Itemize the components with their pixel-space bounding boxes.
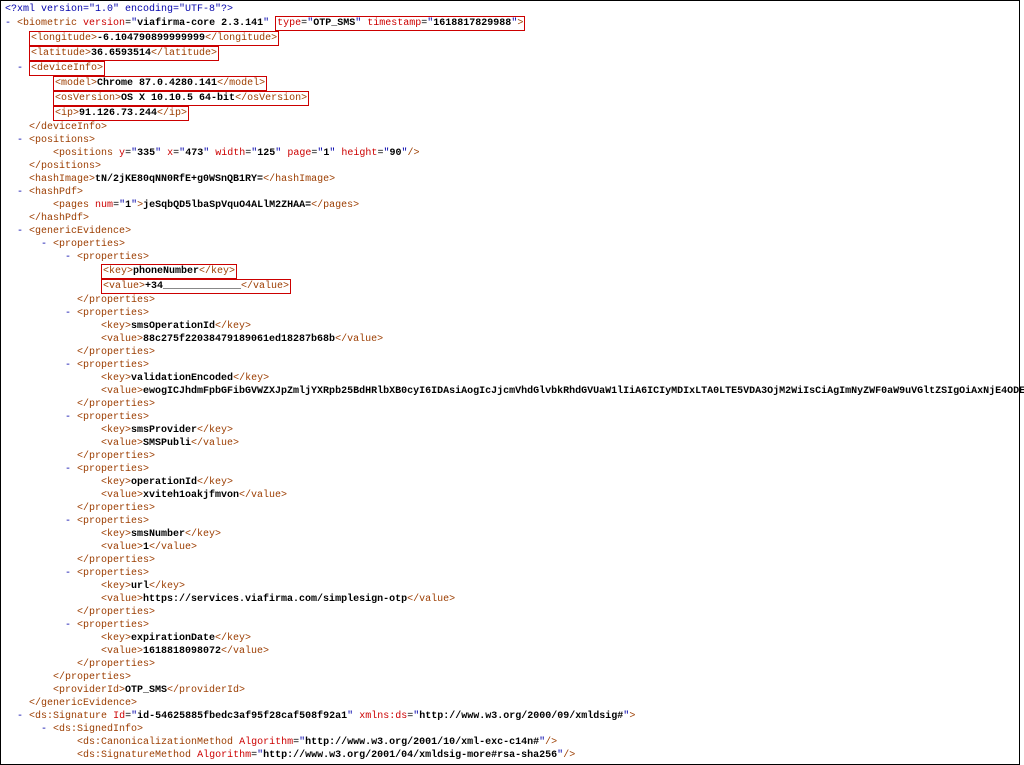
properties-item-close: </properties> xyxy=(5,606,1015,619)
property-value: <value>https://services.viafirma.com/sim… xyxy=(5,593,1015,606)
sig-method: <ds:SignatureMethod Algorithm="http://ww… xyxy=(5,749,1015,762)
device-model: <model>Chrome 87.0.4280.141</model> xyxy=(5,76,1015,91)
properties-item-open: - <properties> xyxy=(5,567,1015,580)
hashPdf-pages: <pages num="1">jeSqbQD5lbaSpVquO4ALlM2ZH… xyxy=(5,199,1015,212)
property-key: <key>smsOperationId</key> xyxy=(5,320,1015,333)
property-key: <key>validationEncoded</key> xyxy=(5,372,1015,385)
property-key: <key>expirationDate</key> xyxy=(5,632,1015,645)
properties-item-open: - <properties> xyxy=(5,307,1015,320)
properties-item-open: - <properties> xyxy=(5,359,1015,372)
properties-list: - <properties> <key>phoneNumber</key> <v… xyxy=(5,251,1015,671)
property-value: <value>xviteh1oakjfmvon</value> xyxy=(5,489,1015,502)
properties-item-open: - <properties> xyxy=(5,619,1015,632)
properties-item-close: </properties> xyxy=(5,346,1015,359)
properties-item-close: </properties> xyxy=(5,502,1015,515)
positions-open: - <positions> xyxy=(5,134,1015,147)
device-os: <osVersion>OS X 10.10.5 64-bit</osVersio… xyxy=(5,91,1015,106)
properties-open: - <properties> xyxy=(5,238,1015,251)
property-key: <key>operationId</key> xyxy=(5,476,1015,489)
properties-item-close: </properties> xyxy=(5,398,1015,411)
deviceInfo-open: - <deviceInfo> xyxy=(5,61,1015,76)
properties-item-close: </properties> xyxy=(5,450,1015,463)
properties-close: </properties> xyxy=(5,671,1015,684)
device-ip: <ip>91.126.73.244</ip> xyxy=(5,106,1015,121)
hashPdf-open: - <hashPdf> xyxy=(5,186,1015,199)
property-key: <key>smsProvider</key> xyxy=(5,424,1015,437)
latitude: <latitude>36.6593514</latitude> xyxy=(5,46,1015,61)
property-value: <value>1618818098072</value> xyxy=(5,645,1015,658)
hashPdf-close: </hashPdf> xyxy=(5,212,1015,225)
properties-item-open: - <properties> xyxy=(5,251,1015,264)
hashImage: <hashImage>tN/2jKE80qNN0RfE+g0WSnQB1RY=<… xyxy=(5,173,1015,186)
property-key: <key>phoneNumber</key> xyxy=(5,264,1015,279)
properties-item-close: </properties> xyxy=(5,658,1015,671)
genericEvidence-open: - <genericEvidence> xyxy=(5,225,1015,238)
properties-item-open: - <properties> xyxy=(5,411,1015,424)
signedInfo-open: - <ds:SignedInfo> xyxy=(5,723,1015,736)
property-key: <key>url</key> xyxy=(5,580,1015,593)
property-value: <value>88c275f22038479189061ed18287b68b<… xyxy=(5,333,1015,346)
properties-item-open: - <properties> xyxy=(5,463,1015,476)
positions-el: <positions y="335" x="473" width="125" p… xyxy=(5,147,1015,160)
properties-item-close: </properties> xyxy=(5,554,1015,567)
property-key: <key>smsNumber</key> xyxy=(5,528,1015,541)
properties-item-close: </properties> xyxy=(5,294,1015,307)
signature-open: - <ds:Signature Id="id-54625885fbedc3af9… xyxy=(5,710,1015,723)
xml-document: <?xml version="1.0" encoding="UTF-8"?> -… xyxy=(0,0,1020,765)
longitude: <longitude>-6.104790899999999</longitude… xyxy=(5,31,1015,46)
deviceInfo-close: </deviceInfo> xyxy=(5,121,1015,134)
property-value: <value>ewogICJhdmFpbGFibGVWZXJpZmljYXRpb… xyxy=(5,385,1015,398)
property-value: <value>1</value> xyxy=(5,541,1015,554)
canon-method: <ds:CanonicalizationMethod Algorithm="ht… xyxy=(5,736,1015,749)
providerId: <providerId>OTP_SMS</providerId> xyxy=(5,684,1015,697)
biometric-open: - <biometric version="viafirma-core 2.3.… xyxy=(5,16,1015,31)
property-value: <value>SMSPubli</value> xyxy=(5,437,1015,450)
positions-close: </positions> xyxy=(5,160,1015,173)
xml-declaration: <?xml version="1.0" encoding="UTF-8"?> xyxy=(5,3,1015,16)
property-value: <value>+34_____________</value> xyxy=(5,279,1015,294)
genericEvidence-close: </genericEvidence> xyxy=(5,697,1015,710)
